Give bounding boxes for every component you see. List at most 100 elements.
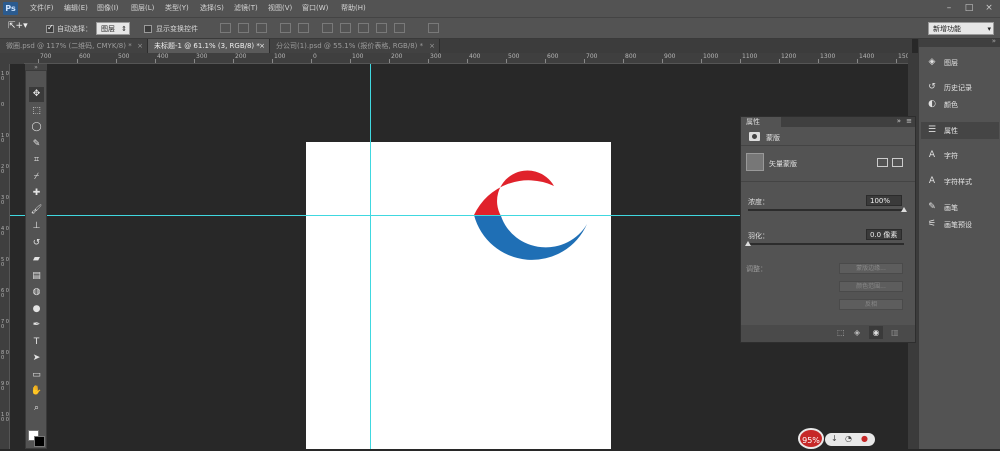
speed-widget[interactable]: 95% ↓ ◔ ● [798,428,878,449]
move-tool-icon[interactable]: ⇱+▾ [8,21,28,31]
tab-doc-1[interactable]: 微圈.psd @ 117% (二维码, CMYK/8) * × [0,39,148,53]
panel-menu-icon[interactable]: ≡ [906,117,912,125]
auto-align-icon[interactable] [428,23,439,33]
distribute-left-icon[interactable] [376,23,387,33]
trash-icon[interactable]: ▥ [891,328,899,337]
guide-vertical[interactable] [370,64,371,449]
path-select-tool[interactable]: ➤ [29,351,44,366]
add-vector-mask-icon[interactable] [892,158,903,167]
align-bottom-icon[interactable] [256,23,267,33]
menu-layer[interactable]: 图层(L) [131,3,154,13]
marquee-tool[interactable]: ⬚ [29,104,44,119]
ruler-tick [38,59,39,63]
load-selection-icon[interactable]: ⬚ [837,328,845,337]
align-top-icon[interactable] [220,23,231,33]
add-pixel-mask-icon[interactable] [877,158,888,167]
gradient-tool[interactable]: ▤ [29,269,44,284]
close-button[interactable]: × [980,1,998,15]
tab-doc-3[interactable]: 分公司(1).psd @ 55.1% (报价表格, RGB/8) * × [270,39,440,53]
minimize-button[interactable]: – [940,1,958,15]
dock-item-character-style[interactable]: A 字符样式 [921,173,999,190]
menu-help[interactable]: 帮助(H) [341,3,366,13]
show-transform-label: 显示变换控件 [156,25,198,33]
menu-window[interactable]: 窗口(W) [302,3,328,13]
tab-close-icon[interactable]: × [429,39,435,53]
properties-tab[interactable]: 属性 [741,117,781,127]
speed-percent-badge[interactable]: 95% [798,428,824,449]
hand-tool[interactable]: ✋ [29,384,44,399]
menu-image[interactable]: 图像(I) [97,3,119,13]
feather-field[interactable]: 0.0 像素 [866,229,902,240]
dock-item-brush-preset[interactable]: ⚟ 画笔预设 [921,216,999,233]
menu-view[interactable]: 视图(V) [268,3,292,13]
invert-button[interactable]: 反相 [839,299,903,310]
dock-item-layers[interactable]: ◈ 图层 [921,54,999,71]
blur-tool[interactable]: ◍ [29,285,44,300]
history-brush-tool[interactable]: ↺ [29,236,44,251]
arrow-icon: ↓ [831,434,838,443]
visibility-icon[interactable]: ◉ [869,326,883,339]
tab-close-icon[interactable]: × [259,39,265,53]
dock-item-brush[interactable]: ✎ 画笔 [921,199,999,216]
lasso-tool[interactable]: ◯ [29,120,44,135]
show-transform-checkbox[interactable] [144,25,152,33]
zoom-tool[interactable]: ⌕ [29,401,44,416]
menu-filter[interactable]: 滤镜(T) [234,3,258,13]
dock-item-color[interactable]: ◐ 颜色 [921,96,999,113]
dock-header[interactable]: » [919,37,1000,47]
distribute-hcenter-icon[interactable] [394,23,405,33]
distribute-bottom-icon[interactable] [358,23,369,33]
document-canvas[interactable] [306,142,611,449]
dodge-tool[interactable]: ● [29,302,44,317]
collapse-icon[interactable]: » [897,117,901,125]
ruler-tick [467,59,468,63]
stamp-tool[interactable]: ⊥ [29,219,44,234]
tab-doc-2[interactable]: 未标题-1 @ 61.1% (3, RGB/8) * × [148,39,270,53]
eraser-tool[interactable]: ▰ [29,252,44,267]
auto-select-dropdown[interactable]: 图层 ⇕ [96,22,130,35]
distribute-vcenter-icon[interactable] [340,23,351,33]
density-field[interactable]: 100% [866,195,902,206]
density-slider[interactable] [748,207,907,212]
shape-tool[interactable]: ▭ [29,368,44,383]
mask-edge-button[interactable]: 蒙版边缘... [839,263,903,274]
apply-mask-icon[interactable]: ◈ [854,328,860,337]
dock-item-history[interactable]: ↺ 历史记录 [921,79,999,96]
align-hcenter-icon[interactable] [298,23,309,33]
feather-slider[interactable] [745,241,904,246]
healing-tool[interactable]: ✚ [29,186,44,201]
menu-file[interactable]: 文件(F) [30,3,54,13]
pen-tool[interactable]: ✒ [29,318,44,333]
collapse-icon[interactable]: » [992,37,996,45]
widget-tray[interactable]: ↓ ◔ ● [825,433,875,446]
distribute-top-icon[interactable] [322,23,333,33]
tab-close-icon[interactable]: × [137,39,143,53]
ruler-horizontal[interactable]: 700 600 500 400 300 200 100 0 100 200 300 400 500 600… [24,53,913,64]
crop-tool[interactable]: ⌗ [29,153,44,168]
move-tool[interactable]: ✥ [29,87,44,102]
workspace-dropdown[interactable]: 新增功能 ▾ [928,22,994,35]
type-tool[interactable]: T [29,335,44,350]
eyedropper-tool[interactable]: ⌿ [29,170,44,185]
mask-thumbnail[interactable] [746,153,764,171]
dock-item-character[interactable]: A 字符 [921,147,999,164]
feather-slider-handle[interactable] [745,241,751,246]
align-left-icon[interactable] [280,23,291,33]
quick-select-tool[interactable]: ✎ [29,137,44,152]
brush-tool[interactable]: 🖌 [29,203,44,218]
menu-edit[interactable]: 编辑(E) [64,3,88,13]
maximize-button[interactable]: □ [960,1,978,15]
background-color-swatch[interactable] [34,436,45,447]
guide-horizontal[interactable] [10,215,740,216]
align-vcenter-icon[interactable] [238,23,249,33]
ruler-tick [818,59,819,63]
auto-select-checkbox[interactable]: ✓ [46,23,54,33]
menu-select[interactable]: 选择(S) [200,3,224,13]
mask-type-label: 矢量蒙版 [769,160,797,168]
dock-item-properties[interactable]: ☰ 属性 [921,122,999,139]
ruler-tick [740,59,741,63]
menu-type[interactable]: 类型(Y) [165,3,189,13]
ruler-vertical[interactable]: 1 0 0 0 1 0 0 2 0 0 3 0 0 4 0 0 5 0 0 6 0 0 7 0 … [0,64,10,449]
density-slider-handle[interactable] [901,207,907,212]
color-range-button[interactable]: 颜色范围... [839,281,903,292]
